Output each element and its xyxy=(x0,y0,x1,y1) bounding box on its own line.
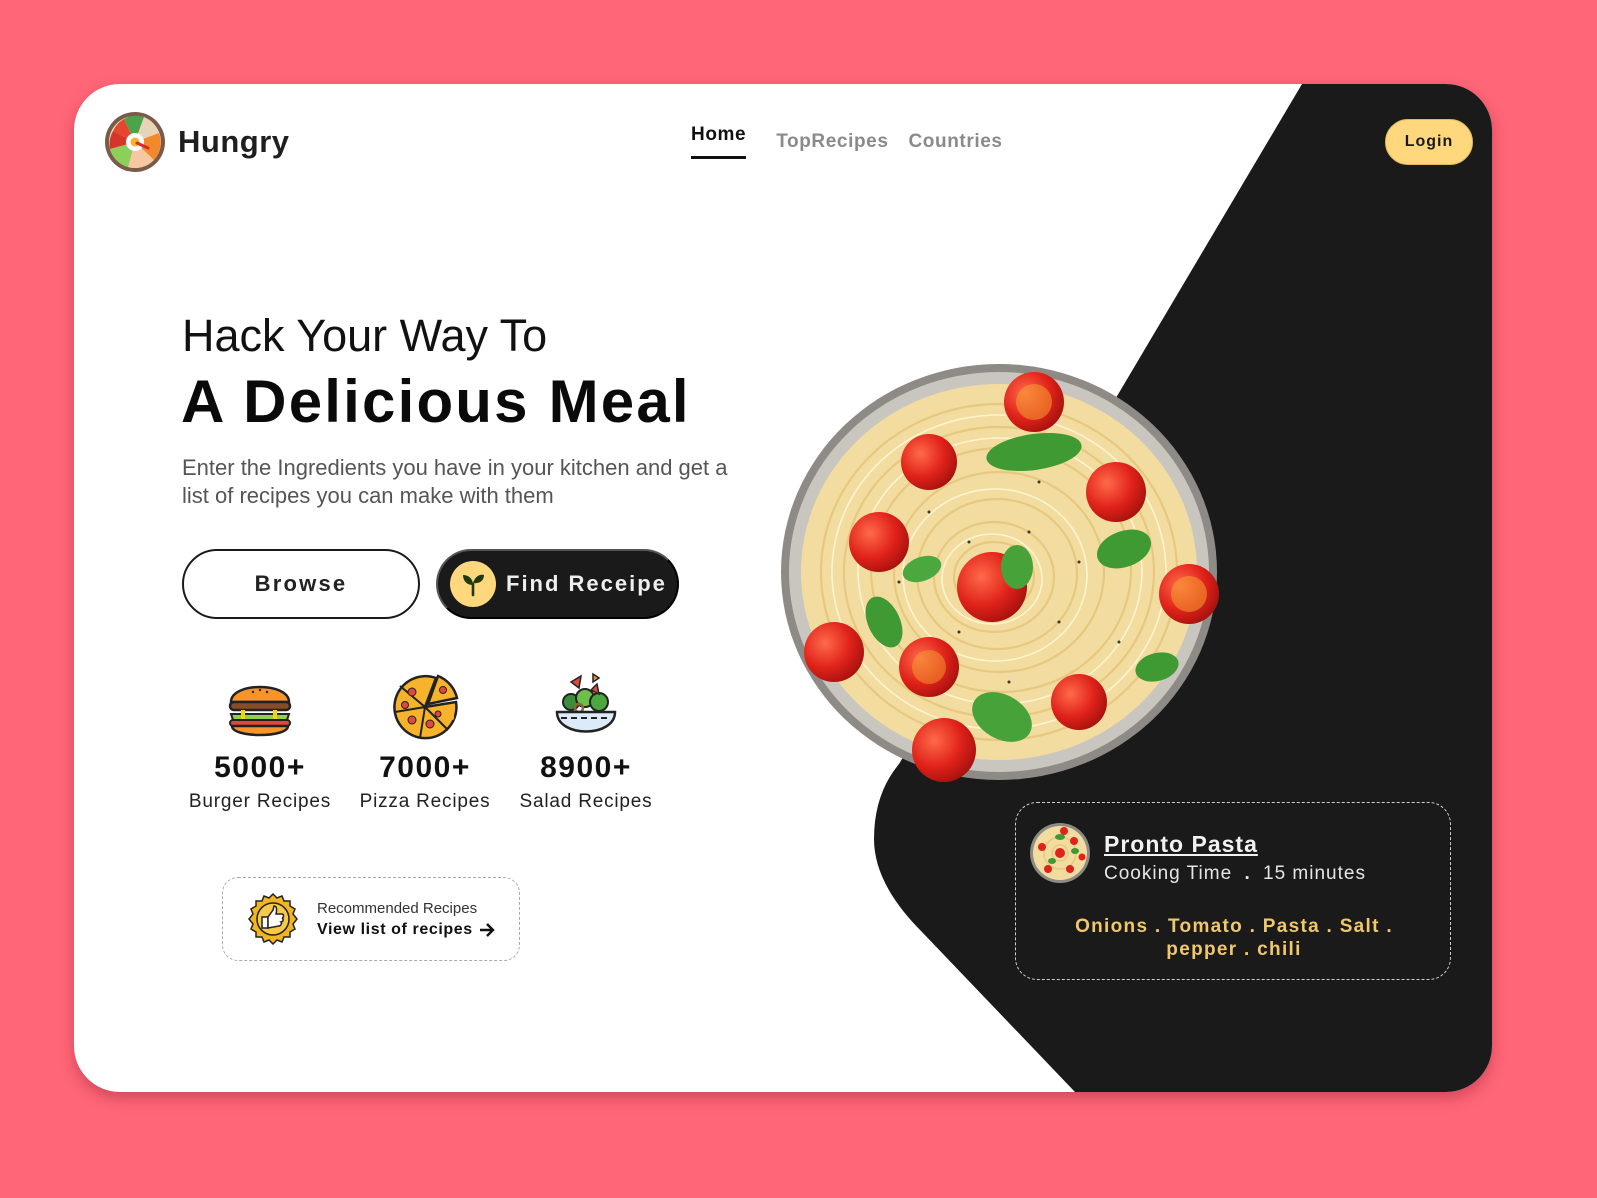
pizza-icon xyxy=(393,674,459,740)
stat-label: Salad Recipes xyxy=(519,791,653,812)
stat-salad: 8900+ Salad Recipes xyxy=(506,672,666,813)
view-list-link[interactable]: View list of recipes xyxy=(317,921,495,939)
browse-button[interactable]: Browse xyxy=(182,549,420,619)
recipe-name-link[interactable]: Pronto Pasta xyxy=(1104,831,1258,858)
pasta-bowl-image xyxy=(781,364,1219,782)
view-list-label: View list of recipes xyxy=(317,920,473,938)
login-button[interactable]: Login xyxy=(1385,119,1473,165)
recommended-recipes-card[interactable]: Recommended Recipes View list of recipes xyxy=(222,877,520,961)
stat-count: 5000+ xyxy=(214,751,306,784)
thumbs-up-badge-icon xyxy=(248,893,298,945)
hero-title: A Delicious Meal xyxy=(181,368,691,435)
recommended-title: Recommended Recipes xyxy=(317,899,478,917)
pasta-thumbnail-image xyxy=(1030,823,1090,883)
recommended-text: Recommended Recipes View list of recipes xyxy=(317,900,495,939)
stat-pizza: 7000+ Pizza Recipes xyxy=(345,672,505,813)
nav-toprecipes[interactable]: TopRecipes xyxy=(776,124,888,153)
main-nav: Home TopRecipes Countries xyxy=(691,124,1003,159)
burger-icon xyxy=(228,685,292,737)
featured-recipe-card: Pronto Pasta Cooking Time . 15 minutes O… xyxy=(1015,802,1451,980)
stat-count: 8900+ xyxy=(540,751,632,784)
brand-logo[interactable]: Hungry xyxy=(104,111,290,173)
cooking-time-value: 15 minutes xyxy=(1263,863,1366,884)
stat-label: Pizza Recipes xyxy=(359,791,491,812)
stat-label: Burger Recipes xyxy=(188,791,332,812)
nav-home[interactable]: Home xyxy=(691,124,747,159)
cooking-time-label: Cooking Time xyxy=(1104,863,1233,884)
cooking-time: Cooking Time . 15 minutes xyxy=(1104,863,1366,885)
separator: . xyxy=(1244,863,1251,884)
hero-subtitle: Hack Your Way To xyxy=(182,310,548,361)
find-recipe-label: Find Receipe xyxy=(506,571,667,596)
find-recipe-button[interactable]: Find Receipe xyxy=(436,549,679,619)
bibimbap-bowl-icon xyxy=(105,112,165,172)
brand-name: Hungry xyxy=(178,124,290,159)
ingredient-list: Onions . Tomato . Pasta . Salt . pepper … xyxy=(1075,916,1393,960)
stat-burger: 5000+ Burger Recipes xyxy=(180,672,340,813)
hero-description: Enter the Ingredients you have in your k… xyxy=(182,455,728,508)
salad-icon xyxy=(555,672,617,733)
nav-countries[interactable]: Countries xyxy=(908,124,1002,153)
stat-count: 7000+ xyxy=(379,751,471,784)
sprout-icon xyxy=(450,561,496,607)
arrow-right-icon xyxy=(479,922,495,937)
landing-card: Hungry Home TopRecipes Countries Login H… xyxy=(74,84,1492,1092)
